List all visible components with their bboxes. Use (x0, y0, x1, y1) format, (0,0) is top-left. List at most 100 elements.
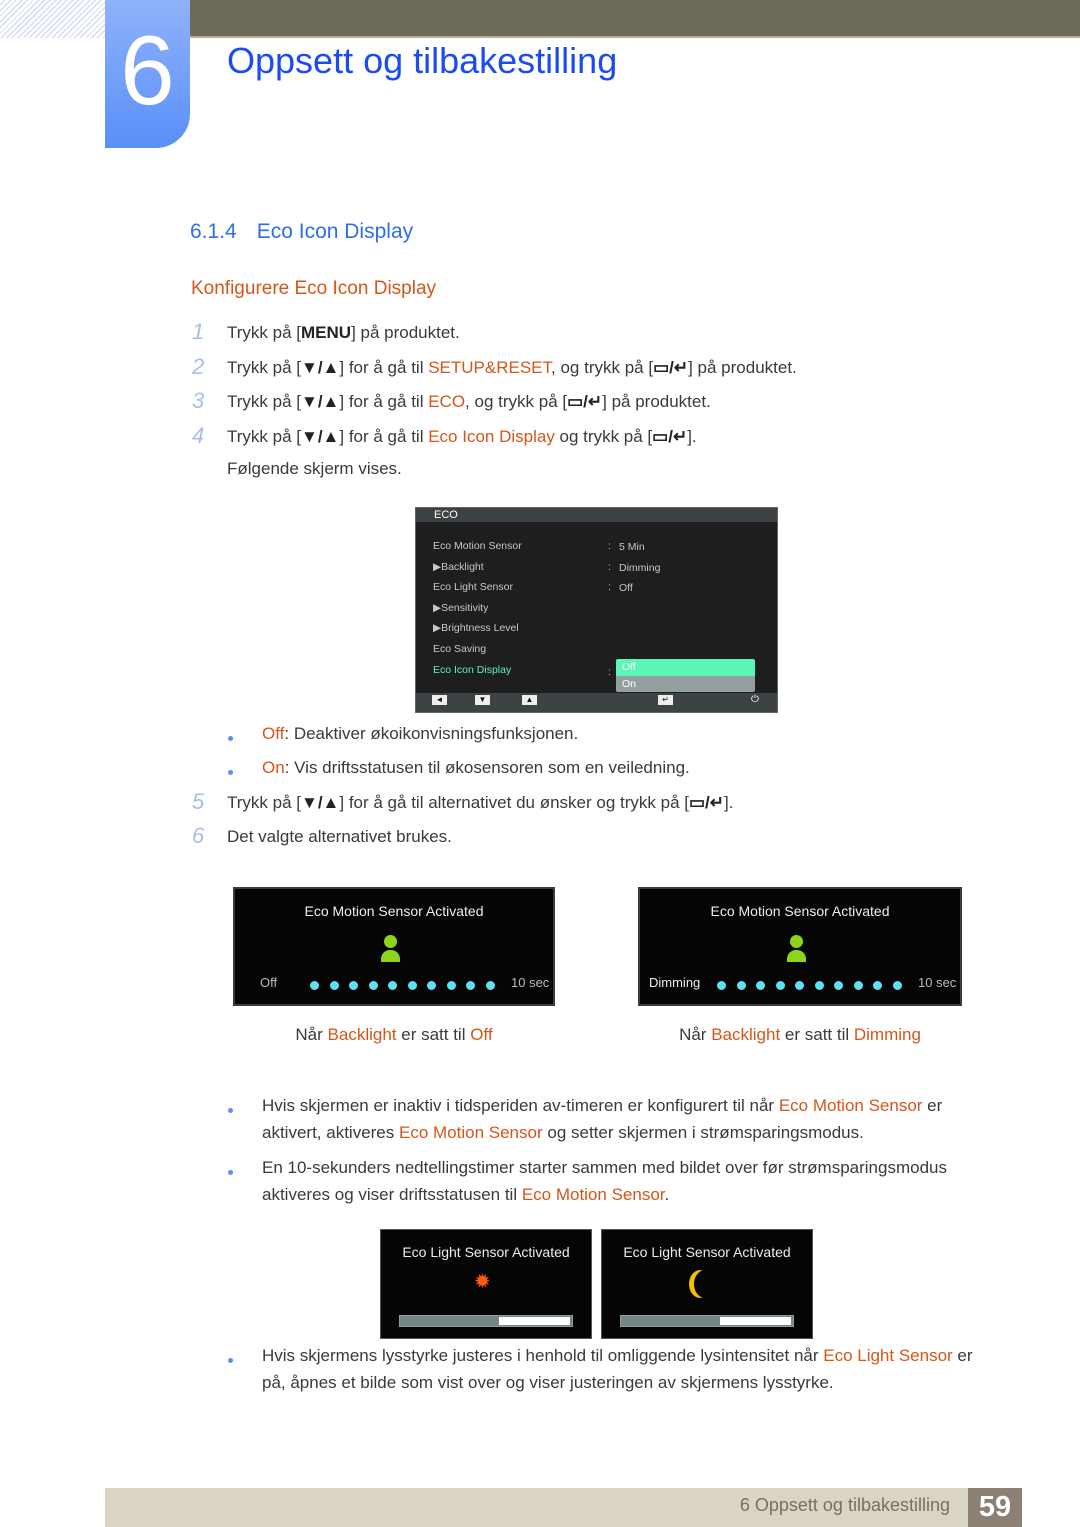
text-segment: Trykk på [ (227, 392, 301, 411)
bullet-icon (228, 1358, 233, 1363)
text-segment: Eco Motion Sensor (399, 1123, 543, 1142)
osd-separator: : (608, 665, 611, 678)
countdown-dot (717, 981, 726, 990)
osd-row[interactable]: Eco Icon Display (433, 664, 511, 676)
countdown-dot (368, 981, 378, 990)
osd-row[interactable]: Eco Saving (433, 643, 486, 655)
text-segment: MENU (301, 323, 352, 342)
person-icon (380, 935, 400, 965)
screen-title: Eco Motion Sensor Activated (710, 903, 890, 919)
page-number: 59 (968, 1488, 1022, 1527)
osd-row[interactable]: Eco Light Sensor (433, 581, 513, 593)
step-6: Det valgte alternativet brukes. (227, 827, 452, 847)
light-sensor-screen: Eco Light Sensor Activated (601, 1229, 813, 1339)
text-segment: En 10-sekunders nedtellingstimer starter… (262, 1158, 947, 1177)
countdown-label: 10 sec (511, 975, 550, 990)
text-segment: ▭/↵ (652, 427, 688, 446)
text-segment: Hvis skjermens lysstyrke justeres i henh… (262, 1346, 824, 1365)
option-description: On: Vis driftsstatusen til økosensoren s… (262, 758, 690, 778)
note-line: aktivert, aktiveres Eco Motion Sensor og… (262, 1123, 864, 1143)
text-segment: , og trykk på [ (551, 358, 654, 377)
step-0: Trykk på [MENU] på produktet. (227, 323, 460, 343)
text-segment: er satt til (780, 1025, 854, 1044)
text-segment: Når (295, 1025, 328, 1044)
note-line: En 10-sekunders nedtellingstimer starter… (262, 1158, 947, 1178)
text-segment: ] på produktet. (351, 323, 460, 342)
osd-option-off[interactable]: Off (616, 659, 755, 676)
section-number: 6.1.4 (190, 220, 237, 243)
text-segment: er satt til (396, 1025, 471, 1044)
countdown-dot (775, 981, 785, 990)
light-sensor-screen: Eco Light Sensor Activated ✹ (380, 1229, 592, 1339)
screen-caption: Når Backlight er satt til Dimming (635, 1025, 965, 1045)
text-segment: ▭/↵ (653, 358, 689, 377)
text-segment: Off (470, 1025, 493, 1044)
text-segment: er (952, 1346, 973, 1365)
step-2: Trykk på [▼/▲] for å gå til ECO, og tryk… (227, 392, 711, 412)
chapter-number: 6 (105, 0, 190, 148)
chapter-title: Oppsett og tilbakestilling (227, 40, 618, 81)
countdown-dot (427, 981, 436, 990)
osd-option-on[interactable]: On (616, 675, 755, 692)
power-icon[interactable]: ⏻ (751, 694, 759, 705)
text-segment: ] for å gå til (339, 427, 429, 446)
text-segment: Backlight (327, 1025, 397, 1044)
countdown-dot (892, 981, 902, 990)
text-segment: ▭/↵ (567, 392, 603, 411)
text-segment: ]. (687, 427, 697, 446)
text-segment: Når (679, 1025, 712, 1044)
countdown-dot (310, 981, 319, 990)
step-number: 4 (192, 423, 205, 448)
osd-row[interactable]: ▶Sensitivity (433, 602, 488, 614)
option-key: On (262, 758, 285, 777)
countdown-dot (873, 981, 882, 990)
option-text: : Vis driftsstatusen til økosensoren som… (284, 758, 690, 777)
step-number: 3 (192, 388, 205, 413)
osd-separator: : (608, 540, 611, 552)
osd-value: Off (619, 582, 633, 595)
backlight-state: Dimming (649, 975, 701, 990)
osd-row[interactable]: ▶Backlight (433, 561, 484, 573)
text-segment: ] for å gå til alternativet du ønsker og… (339, 793, 689, 812)
header-band (190, 0, 1080, 38)
osd-button-bar: ◄ ▼ ▲ ↵ ⏻ (416, 693, 777, 712)
countdown-dot (736, 981, 746, 990)
text-segment: Backlight (711, 1025, 781, 1044)
text-segment: på, åpnes et bilde som vist over og vise… (262, 1373, 834, 1392)
down-button-icon[interactable]: ▼ (475, 695, 490, 705)
countdown-dot (795, 981, 804, 990)
step-4: Følgende skjerm vises. (227, 459, 402, 479)
brightness-bar (399, 1315, 573, 1327)
osd-dropdown[interactable]: Off On (616, 659, 755, 692)
text-segment: er (922, 1096, 943, 1115)
note-line: Hvis skjermen er inaktiv i tidsperiden a… (262, 1096, 942, 1116)
screen-title: Eco Motion Sensor Activated (304, 903, 484, 919)
osd-eco-menu: ECO Eco Motion Sensor:5 Min ▶Backlight: Di… (415, 507, 778, 713)
osd-row[interactable]: ▶Brightness Level (433, 622, 519, 634)
text-segment: SETUP&RESET (428, 358, 552, 377)
text-segment: ▭/↵ (688, 793, 725, 812)
text-segment: ]. (724, 793, 734, 812)
enter-button-icon[interactable]: ↵ (658, 695, 673, 705)
countdown-dot (485, 981, 495, 990)
option-text: : Deaktiver økoikonvisningsfunksjonen. (284, 724, 579, 743)
countdown-dot (446, 981, 456, 990)
brightness-bar (620, 1315, 794, 1327)
header-hatch (0, 0, 105, 38)
bullet-icon (228, 770, 233, 775)
bullet-icon (228, 1170, 233, 1175)
countdown-label: 10 sec (918, 975, 957, 990)
up-button-icon[interactable]: ▲ (522, 695, 537, 705)
step-number: 6 (192, 823, 205, 848)
text-segment: Trykk på [ (227, 358, 301, 377)
osd-separator: : (608, 581, 611, 594)
motion-sensor-screen: Eco Motion Sensor Activated Off 10 sec (233, 887, 555, 1006)
osd-row[interactable]: Eco Motion Sensor (433, 540, 522, 552)
step-number: 5 (192, 789, 205, 814)
step-1: Trykk på [▼/▲] for å gå til SETUP&RESET,… (227, 358, 797, 378)
text-segment: Eco Icon Display (428, 427, 555, 446)
text-segment: ▼/▲ (301, 392, 340, 411)
osd-value: Dimming (619, 561, 661, 574)
note-line: på, åpnes et bilde som vist over og vise… (262, 1373, 834, 1393)
left-button-icon[interactable]: ◄ (432, 695, 447, 705)
